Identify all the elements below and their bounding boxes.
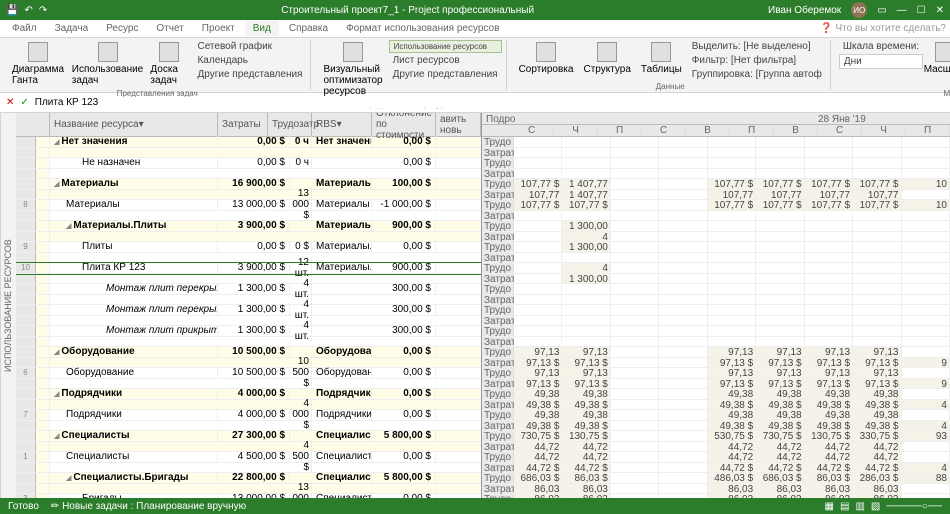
tab-4[interactable]: Проект: [194, 21, 243, 36]
col-name[interactable]: Название ресурса ▾: [50, 113, 218, 136]
table-row[interactable]: Не назначен0,00 $0 ч0,00 $: [16, 158, 481, 169]
redo-icon[interactable]: ↷: [39, 5, 47, 16]
view-label: ИСПОЛЬЗОВАНИЕ РЕСУРСОВ: [0, 113, 16, 498]
minimize-icon[interactable]: —: [897, 5, 907, 16]
table-row[interactable]: ◢Нет значения0,00 $0 чНет значения0,00 $: [16, 137, 481, 148]
table-row[interactable]: ◢Материалы16 900,00 $Материалы100,00 $: [16, 179, 481, 190]
view-icon-2[interactable]: ▤: [840, 501, 849, 512]
timeline-date: 28 Янв '19: [618, 113, 950, 124]
tab-7[interactable]: Формат использования ресурсов: [338, 21, 507, 36]
ribbon-tabs: ФайлЗадачаРесурсОтчетПроектВидСправкаФор…: [0, 20, 950, 38]
table-row[interactable]: 10Плита КР 1233 900,00 $12 шт.Материалы.…: [16, 263, 481, 274]
filter-combo[interactable]: [Нет фильтра]: [731, 55, 796, 66]
grid-area: ИСПОЛЬЗОВАНИЕ РЕСУРСОВ Название ресурса …: [0, 113, 950, 498]
table-row[interactable]: 9Плиты0,00 $0 $Материалы.Плиты0,00 $: [16, 242, 481, 253]
right-pane: Подро28 Янв '19 СЧПСВПВСЧП ТрудоЗатратТр…: [482, 113, 950, 498]
table-row[interactable]: 6Оборудование10 500,00 $10 500 $Оборудов…: [16, 368, 481, 379]
view-icon-3[interactable]: ▥: [855, 501, 864, 512]
user-name[interactable]: Иван Оберемок: [768, 5, 841, 16]
resource-sheet-item[interactable]: Лист ресурсов: [389, 54, 502, 67]
table-row[interactable]: Монтаж плит прикрытия между вторым этажо…: [16, 326, 481, 337]
table-row[interactable]: 7Подрядчики4 000,00 $4 000 $Подрядчики0,…: [16, 410, 481, 421]
highlight-combo[interactable]: [Не выделено]: [743, 41, 810, 52]
table-row[interactable]: ◢Подрядчики4 000,00 $Подрядчики0,00 $: [16, 389, 481, 400]
sort-button[interactable]: Сортировка: [515, 40, 578, 77]
close-icon[interactable]: ✕: [936, 5, 944, 16]
other-res-views-item[interactable]: Другие представления: [389, 68, 502, 81]
status-mode: ✏ Новые задачи : Планирование вручную: [51, 501, 246, 512]
col-add[interactable]: авить новь: [436, 113, 481, 136]
task-usage-button[interactable]: Использование задач: [71, 40, 145, 88]
formula-input[interactable]: [35, 97, 944, 108]
network-diagram-item[interactable]: Сетевой график: [193, 40, 306, 53]
calendar-item[interactable]: Календарь: [193, 54, 306, 67]
zoom-slider[interactable]: ─────○──: [886, 501, 942, 512]
table-row[interactable]: Монтаж плит перекрытия 2 этаж1 300,00 $4…: [16, 305, 481, 316]
left-pane: Название ресурса ▾ Затраты Трудозатр RBS…: [16, 113, 482, 498]
table-row[interactable]: ◢Специалисты.Бригады22 800,00 $Специалис…: [16, 473, 481, 484]
undo-icon[interactable]: ↶: [24, 5, 32, 16]
other-views-item[interactable]: Другие представления: [193, 68, 306, 81]
board-button[interactable]: Доска задач: [146, 40, 191, 88]
status-ready: Готово: [8, 501, 39, 512]
outline-button[interactable]: Структура: [579, 40, 634, 77]
tables-button[interactable]: Таблицы: [637, 40, 686, 77]
table-row[interactable]: Монтаж плит перекрытия 1 этаж1 300,00 $4…: [16, 284, 481, 295]
col-cost[interactable]: Затраты: [218, 113, 268, 136]
timescale-combo[interactable]: Дни: [839, 54, 923, 69]
col-rbs[interactable]: RBS ▾: [312, 113, 372, 136]
search-box[interactable]: ❓ Что вы хотите сделать?: [820, 23, 946, 34]
ribbon-options-icon[interactable]: ▭: [877, 5, 886, 16]
view-icon-1[interactable]: ▦: [825, 501, 834, 512]
tab-5[interactable]: Вид: [245, 21, 279, 36]
tab-6[interactable]: Справка: [281, 21, 336, 36]
col-variance[interactable]: Отклонение по стоимости: [372, 113, 436, 136]
ribbon: Диаграмма Ганта Использование задач Доск…: [0, 38, 950, 93]
table-row[interactable]: 1Специалисты4 500,00 $4 500 $Специалисты…: [16, 452, 481, 463]
resource-optimizer-button[interactable]: Визуальный оптимизатор ресурсов: [319, 40, 386, 99]
gantt-button[interactable]: Диаграмма Ганта: [8, 40, 69, 88]
statusbar: Готово ✏ Новые задачи : Планирование вру…: [0, 498, 950, 514]
accept-icon[interactable]: ✓: [20, 97, 28, 108]
table-row[interactable]: 8Материалы13 000,00 $13 000 $Материалы-1…: [16, 200, 481, 211]
table-row[interactable]: ◢Оборудование10 500,00 $Оборудование0,00…: [16, 347, 481, 358]
resource-usage-dropdown[interactable]: Использование ресурсов: [389, 40, 502, 53]
titlebar: 💾 ↶ ↷ Строительный проект7_1 - Project п…: [0, 0, 950, 20]
tab-0[interactable]: Файл: [4, 21, 45, 36]
tab-3[interactable]: Отчет: [148, 21, 191, 36]
tab-1[interactable]: Задача: [47, 21, 97, 36]
col-work[interactable]: Трудозатр: [268, 113, 312, 136]
cancel-icon[interactable]: ✕: [6, 97, 14, 108]
maximize-icon[interactable]: ☐: [917, 5, 926, 16]
tab-2[interactable]: Ресурс: [98, 21, 146, 36]
project-title: Строительный проект7_1 - Project професс…: [47, 5, 768, 16]
zoom-button[interactable]: Масштаб: [925, 40, 950, 77]
table-row[interactable]: ◢Материалы.Плиты3 900,00 $Материалы.Плит…: [16, 221, 481, 232]
group-combo[interactable]: [Группа автоф: [756, 69, 822, 80]
quick-access: 💾 ↶ ↷: [6, 5, 47, 16]
table-row[interactable]: ◢Специалисты27 300,00 $Специалисты5 800,…: [16, 431, 481, 442]
save-icon[interactable]: 💾: [6, 5, 18, 16]
view-icon-4[interactable]: ▧: [871, 501, 880, 512]
column-headers: Название ресурса ▾ Затраты Трудозатр RBS…: [16, 113, 481, 137]
user-avatar[interactable]: ИО: [851, 2, 867, 18]
